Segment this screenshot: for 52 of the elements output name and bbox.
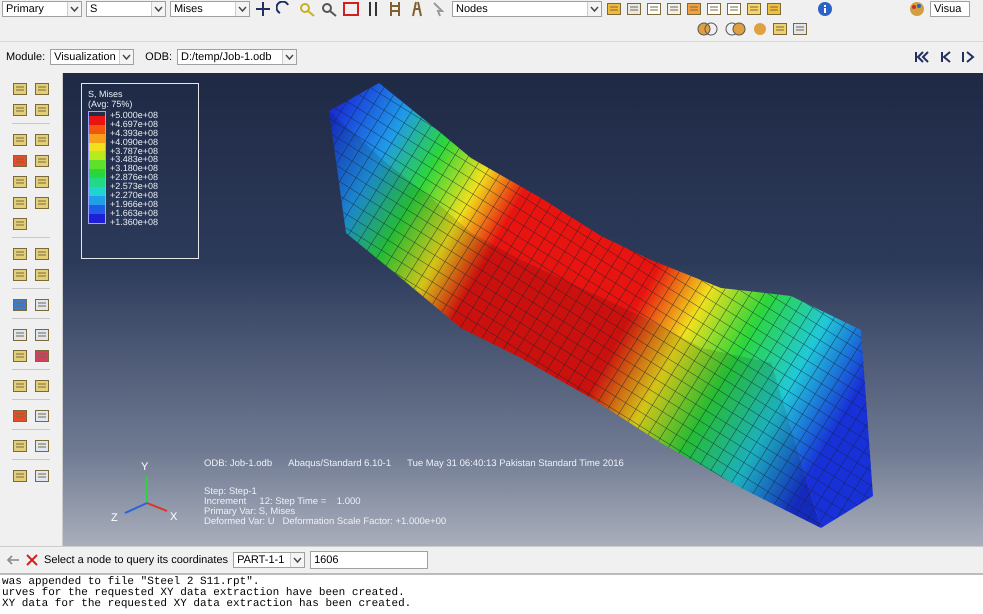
odb-label: ODB: — [145, 51, 172, 64]
axis-label: Z — [111, 512, 118, 524]
axis-triad-icon — [124, 474, 168, 514]
axis-label: X — [170, 510, 178, 523]
back-arrow-icon[interactable] — [6, 552, 20, 567]
legend-value: +4.393e+08 — [110, 128, 158, 138]
module-label: Module: — [6, 51, 46, 64]
overlap-circles-icon[interactable] — [724, 21, 748, 38]
message-line: urves for the requested XY data extraction have been created. — [2, 588, 405, 600]
legend-value: +1.360e+08 — [110, 218, 158, 227]
legend-value: +3.787e+08 — [110, 146, 158, 156]
info-text: Primary Var: S, Mises — [204, 506, 296, 517]
legend-value: +1.966e+08 — [110, 200, 158, 209]
info-text: Deformed Var: U Deformation Scale Factor: +1.000e+00 — [204, 516, 448, 527]
fit-icon[interactable] — [342, 0, 360, 17]
dropdown-field[interactable]: S — [86, 0, 166, 17]
move-icon[interactable] — [254, 0, 272, 17]
message-line: XY data for the requested XY data extraction has been created. — [2, 599, 412, 610]
legend-subtitle: (Avg: 75%) — [88, 98, 134, 109]
node-input-field[interactable]: 1606 — [310, 550, 428, 569]
info-text: Tue May 31 06:40:13 Pakistan Standard Time 2016 — [407, 458, 624, 469]
dropdown-field[interactable]: Primary — [2, 0, 82, 17]
close-icon[interactable] — [25, 552, 39, 567]
overlap-circles-icon[interactable] — [696, 21, 720, 38]
odb-dropdown[interactable]: D:/temp/Job-1.odb — [177, 49, 298, 66]
legend-value: +3.483e+08 — [110, 155, 158, 164]
legend-value: +4.697e+08 — [110, 120, 158, 129]
part-dropdown[interactable]: PART-1-1 — [233, 552, 306, 568]
first-frame-icon[interactable] — [913, 49, 931, 66]
legend-title: S, Mises — [88, 88, 124, 99]
zoom-icon[interactable] — [320, 0, 338, 17]
legend-value: +1.663e+08 — [110, 208, 158, 218]
next-frame-icon[interactable] — [959, 49, 977, 66]
legend-value: +5.000e+08 — [110, 110, 158, 120]
message-line: was appended to file "Steel 2 S11.rpt". — [2, 577, 260, 588]
info-text: Step: Step-1 — [204, 486, 258, 497]
prompt-text: Select a node to query its coordinates — [44, 554, 228, 566]
info-text: Increment 12: Step Time = 1.000 — [204, 496, 362, 507]
info-icon[interactable] — [816, 0, 834, 17]
legend-value: +3.180e+08 — [110, 164, 158, 174]
info-text: ODB: Job-1.odb — [204, 458, 272, 469]
palette-icon[interactable] — [908, 0, 926, 17]
axis-label: Y — [141, 460, 148, 473]
legend-value: +4.090e+08 — [110, 138, 158, 146]
dropdown-field[interactable]: Mises — [170, 0, 250, 17]
legend-value: +2.573e+08 — [110, 182, 158, 192]
dropdown-field[interactable]: Nodes — [452, 0, 602, 17]
legend-value: +2.270e+08 — [110, 191, 158, 200]
module-dropdown[interactable]: Visualization — [50, 49, 134, 66]
info-text: Abaqus/Standard 6.10-1 — [288, 458, 392, 469]
dropdown-field[interactable]: Visua — [930, 0, 970, 17]
legend-value: +2.876e+08 — [110, 173, 158, 182]
